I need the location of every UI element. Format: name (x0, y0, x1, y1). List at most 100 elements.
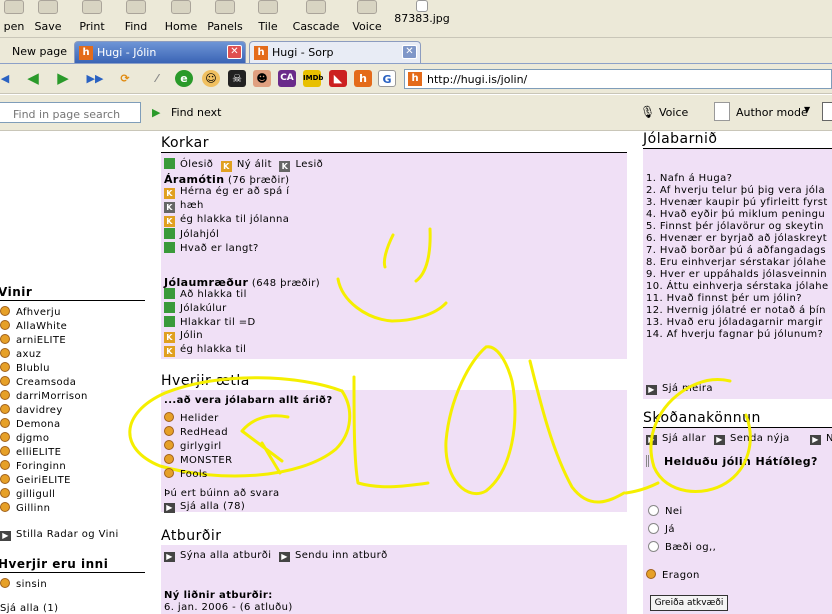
vinir-item[interactable]: gilligull (0, 488, 55, 500)
tab-new-page[interactable]: New page (0, 41, 67, 63)
scribble-letter-l-right (649, 377, 752, 493)
home-button[interactable]: Home (163, 0, 199, 38)
face-icon[interactable]: ☻ (253, 70, 271, 87)
jolabarnid-question[interactable]: 8. Eru einhverjar sérstakar jólahe (646, 257, 826, 268)
jolabarnid-question[interactable]: 1. Nafn á Huga? (646, 173, 732, 184)
voice-icon: 🎙 (640, 105, 656, 119)
thread-item[interactable]: K Jólin (164, 330, 203, 343)
jolabarnid-question-label: 11. Hvað finnst þér um jólin? (646, 293, 802, 304)
tile-label: Tile (258, 20, 278, 33)
jolabarnid-question[interactable]: 6. Hvenær er byrjað að jólaskreyt (646, 233, 827, 244)
smiley-icon[interactable]: ☺ (202, 70, 220, 87)
tile-button[interactable]: Tile (254, 0, 282, 38)
hverjir-item[interactable]: RedHead (164, 426, 228, 438)
voice-toolbar-button[interactable]: Voice (351, 0, 383, 38)
user-smiley-icon (0, 320, 10, 330)
save-button[interactable]: Save (30, 0, 66, 38)
user-smiley-icon (164, 454, 174, 464)
bookmark-icon[interactable]: e (175, 70, 193, 87)
cascade-button[interactable]: Cascade (292, 0, 340, 38)
panel-icon[interactable] (822, 102, 832, 121)
address-bar[interactable]: h http://hugi.is/jolin/ (404, 69, 832, 89)
jolabarnid-question[interactable]: 2. Af hverju telur þú þig vera jóla (646, 185, 825, 196)
thread-item[interactable]: Kég hlakka til jólanna (164, 214, 289, 227)
reload-icon[interactable]: ⟳ (116, 70, 134, 87)
vinir-item[interactable]: Blublu (0, 362, 50, 374)
vinir-item[interactable]: Creamsoda (0, 376, 76, 388)
chevron-down-icon[interactable]: ▼ (804, 105, 810, 114)
jolabarnid-question[interactable]: 14. Af hverju fagnar þú jólunum? (646, 329, 823, 340)
vinir-item[interactable]: Afhverju (0, 306, 61, 318)
hverjir-item[interactable]: Hel​ider (164, 412, 219, 424)
find-button[interactable]: Find (119, 0, 153, 38)
ca-icon[interactable]: CA (278, 70, 296, 87)
hverjir-item-label: Hel​ider (180, 413, 219, 424)
panels-button[interactable]: Panels (205, 0, 245, 38)
vinir-item[interactable]: arniELITE (0, 334, 66, 346)
jolabarnid-question[interactable]: 3. Hvenær kaupir þú yfirleitt fyrst (646, 197, 828, 208)
poll-option[interactable]: Bæði og,, (648, 541, 716, 553)
hugi-favicon-icon: h (79, 46, 93, 60)
find-in-page-input[interactable] (0, 102, 141, 123)
jolabarnid-question[interactable]: 9. Hver er uppáhalds jólasveinnin (646, 269, 827, 280)
thread-item[interactable]: Khæh (164, 200, 204, 213)
vinir-item[interactable]: Demona (0, 418, 61, 430)
imdb-icon[interactable]: IMDb (303, 70, 323, 87)
google-icon[interactable]: G (378, 70, 396, 87)
radio-button[interactable] (648, 505, 659, 516)
find-next-button[interactable]: Find next (171, 106, 221, 119)
vinir-item[interactable]: Foringinn (0, 460, 66, 472)
thread-item[interactable]: Jólakúlur (164, 302, 227, 314)
jolabarnid-question[interactable]: 11. Hvað finnst þér um jólin? (646, 293, 802, 304)
thread-item[interactable]: Að hlakka til (164, 288, 247, 300)
jolabarnid-question[interactable]: 7. Hvað borðar þú á aðfangadags (646, 245, 826, 256)
rewind-icon[interactable]: ◀ (0, 70, 14, 87)
jolabarnid-question[interactable]: 10. Áttu einhverja sérstaka jólahe (646, 281, 829, 292)
close-tab-icon[interactable]: ✕ (402, 45, 417, 59)
jolabarnid-question[interactable]: 5. Finnst þér jólavörur og skeytin (646, 221, 824, 232)
vinir-item[interactable]: AllaWhite (0, 320, 67, 332)
vinir-item[interactable]: axuz (0, 348, 41, 360)
vinir-item[interactable]: Gillinn (0, 502, 50, 514)
vinir-item[interactable]: elliELITE (0, 446, 61, 458)
thread-item[interactable]: Jólahjól (164, 228, 219, 240)
forward-icon[interactable]: ▶ (54, 70, 72, 87)
close-tab-icon[interactable]: ✕ (227, 45, 242, 59)
jolabarnid-question[interactable]: 12. Hvernig jólatré er notað á þín (646, 305, 826, 316)
user-smiley-icon (0, 474, 10, 484)
tab-hugi-jolin[interactable]: h Hugi - Jólin ✕ (74, 41, 246, 63)
radio-button[interactable] (648, 523, 659, 534)
thread-item[interactable]: Hvað er langt? (164, 242, 259, 254)
bookmark-red-icon[interactable]: ◣ (329, 70, 347, 87)
thread-status-icon (164, 228, 175, 239)
back-icon[interactable]: ◀ (24, 70, 42, 87)
thread-item[interactable]: K Hérna ég er að spá í (164, 186, 289, 199)
print-button[interactable]: Print (74, 0, 110, 38)
vinir-item[interactable]: davidrey (0, 404, 63, 416)
jolabarnid-question-label: 14. Af hverju fagnar þú jólunum? (646, 329, 824, 340)
author-mode-button[interactable]: Author mode (736, 106, 808, 119)
hverjir-item[interactable]: Fools (164, 468, 208, 480)
fast-forward-icon[interactable]: ▶▶ (86, 70, 104, 87)
edit-icon[interactable]: ⁄ (148, 70, 166, 87)
skull-icon[interactable]: ☠ (228, 70, 246, 87)
open-button[interactable]: pen (0, 0, 34, 38)
jolabarnid-question[interactable]: 13. Hvað eru jóladagarnir margir (646, 317, 823, 328)
hverjir-item[interactable]: MONSTER (164, 454, 233, 466)
hugi-bookmark-icon[interactable]: h (354, 70, 372, 87)
vinir-item[interactable]: GeiriELITE (0, 474, 71, 486)
user-smiley-icon (0, 460, 10, 470)
hverjir-item[interactable]: girlygirl (164, 440, 222, 452)
tab-hugi-sorp[interactable]: h Hugi - Sorp ✕ (249, 41, 421, 63)
scribble-eye-left (382, 233, 395, 269)
image-file-button[interactable]: 87383.jpg (394, 0, 450, 38)
thread-item[interactable]: Hlakkar til =D (164, 316, 256, 328)
vinir-item[interactable]: djgmo (0, 432, 49, 444)
poll-option[interactable]: Nei (648, 505, 683, 517)
poll-option[interactable]: Já (648, 523, 675, 535)
jolabarnid-question[interactable]: 4. Hvað eyðir þú miklum peningu (646, 209, 825, 220)
voice-button[interactable]: Voice (659, 106, 688, 119)
vinir-item[interactable]: darriMorrison (0, 390, 88, 402)
thread-item[interactable]: Kég hlakka til (164, 344, 246, 357)
radio-button[interactable] (648, 541, 659, 552)
